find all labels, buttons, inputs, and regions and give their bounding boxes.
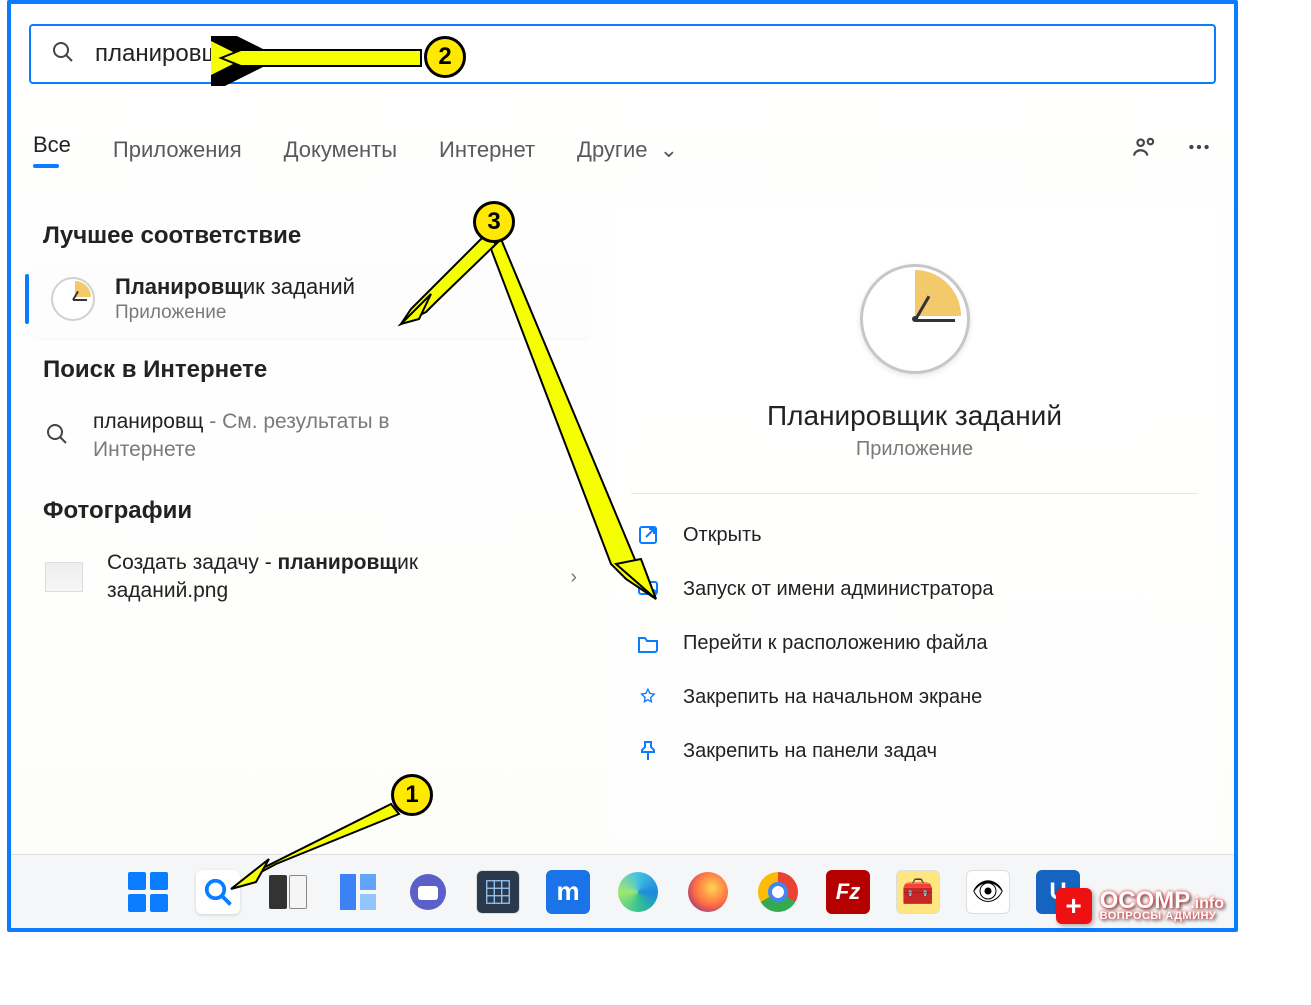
action-pin-start[interactable]: Закрепить на начальном экране <box>631 670 1198 724</box>
shield-icon <box>635 576 661 602</box>
preview-pane: Планировщик заданий Приложение Открыть З… <box>611 204 1218 838</box>
photo-bold: планировщ <box>278 551 398 574</box>
taskbar-search-button[interactable] <box>196 870 240 914</box>
best-match-title: Планировщик заданий <box>115 274 355 300</box>
divider <box>631 493 1198 494</box>
photo-thumbnail-icon <box>45 562 83 592</box>
action-open-location[interactable]: Перейти к расположению файла <box>631 616 1198 670</box>
section-web: Поиск в Интернете <box>33 338 589 394</box>
chevron-down-icon: ⌄ <box>660 137 678 163</box>
search-bar[interactable] <box>29 24 1216 84</box>
taskbar-calculator[interactable] <box>476 870 520 914</box>
tab-internet[interactable]: Интернет <box>439 129 535 171</box>
action-label: Открыть <box>683 524 762 547</box>
section-photos: Фотографии <box>33 479 589 535</box>
taskbar-app-yellow[interactable]: 🧰 <box>896 870 940 914</box>
taskbar-edge[interactable] <box>616 870 660 914</box>
taskbar-firefox[interactable] <box>686 870 730 914</box>
tab-documents[interactable]: Документы <box>284 129 397 171</box>
search-window: Все Приложения Документы Интернет Другие… <box>7 0 1238 932</box>
watermark: + OCOMP.info ВОПРОСЫ АДМИНУ <box>1056 888 1224 924</box>
web-result-text: планировщ - См. результаты в Интернете <box>93 408 493 465</box>
pin-icon <box>635 738 661 764</box>
taskbar-filezilla[interactable]: Fz <box>826 870 870 914</box>
tab-other-label: Другие <box>577 137 647 162</box>
action-label: Закрепить на панели задач <box>683 740 937 763</box>
preview-subtitle: Приложение <box>631 438 1198 461</box>
taskbar-app-m[interactable]: m <box>546 870 590 914</box>
photo-prefix: Создать задачу - <box>107 551 278 574</box>
tab-other[interactable]: Другие ⌄ <box>577 129 678 171</box>
chevron-right-icon: › <box>570 425 577 448</box>
match-rest: ик заданий <box>243 274 355 299</box>
pin-icon <box>635 684 661 710</box>
photo-result-text: Создать задачу - планировщик заданий.png <box>107 549 507 606</box>
people-icon[interactable] <box>1132 134 1158 166</box>
task-scheduler-large-icon <box>860 264 970 374</box>
search-icon <box>45 422 69 451</box>
search-icon <box>51 40 75 69</box>
taskbar-app-eye[interactable]: 👁 <box>966 870 1010 914</box>
task-scheduler-icon <box>51 277 95 321</box>
best-match-item[interactable]: Планировщик заданий Приложение ↖ <box>33 260 589 338</box>
folder-icon <box>635 630 661 656</box>
action-label: Перейти к расположению файла <box>683 632 987 655</box>
more-icon[interactable] <box>1186 134 1212 166</box>
results-column: Лучшее соответствие Планировщик заданий … <box>33 204 589 619</box>
match-bold: Планировщ <box>115 274 243 299</box>
watermark-tagline: ВОПРОСЫ АДМИНУ <box>1100 912 1224 922</box>
cursor-icon: ↖ <box>532 343 549 368</box>
tab-all[interactable]: Все <box>33 124 71 176</box>
action-open[interactable]: Открыть <box>631 508 1198 562</box>
annotation-badge-2: 2 <box>424 36 466 78</box>
plus-icon: + <box>1056 888 1092 924</box>
tab-apps[interactable]: Приложения <box>113 129 242 171</box>
chevron-right-icon: › <box>570 566 577 589</box>
preview-title: Планировщик заданий <box>631 400 1198 432</box>
annotation-badge-3: 3 <box>473 201 515 243</box>
annotation-badge-1: 1 <box>391 774 433 816</box>
action-run-as-admin[interactable]: Запуск от имени администратора <box>631 562 1198 616</box>
open-icon <box>635 522 661 548</box>
start-button[interactable] <box>126 870 170 914</box>
taskbar-chat[interactable] <box>406 870 450 914</box>
taskbar-widgets[interactable] <box>336 870 380 914</box>
action-label: Запуск от имени администратора <box>683 578 994 601</box>
photo-result[interactable]: Создать задачу - планировщик заданий.png… <box>33 535 589 620</box>
best-match-subtitle: Приложение <box>115 302 355 324</box>
search-input[interactable] <box>95 40 1194 68</box>
action-label: Закрепить на начальном экране <box>683 686 982 709</box>
taskbar: m Fz 🧰 👁 U <box>11 854 1234 928</box>
filter-tabs: Все Приложения Документы Интернет Другие… <box>33 124 1212 176</box>
taskbar-task-view[interactable] <box>266 870 310 914</box>
web-search-result[interactable]: планировщ - См. результаты в Интернете › <box>33 394 589 479</box>
taskbar-chrome[interactable] <box>756 870 800 914</box>
action-pin-taskbar[interactable]: Закрепить на панели задач <box>631 724 1198 778</box>
web-query: планировщ <box>93 410 203 433</box>
